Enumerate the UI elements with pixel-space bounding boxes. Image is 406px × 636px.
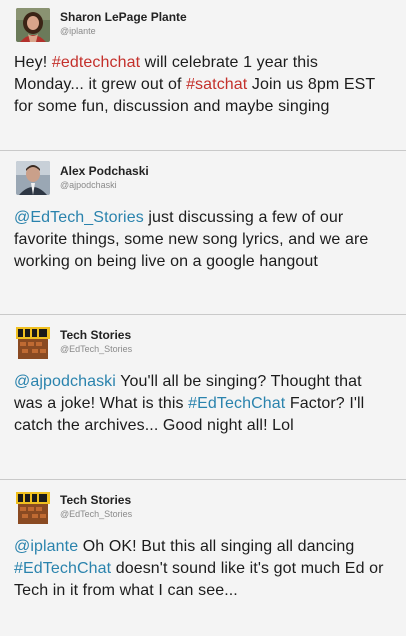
tweet-card[interactable]: Tech Stories @EdTech_Stories @iplante Oh… <box>0 480 406 636</box>
author-name[interactable]: Sharon LePage Plante <box>60 10 187 25</box>
mention-link[interactable]: @ajpodchaski <box>14 373 116 390</box>
tweet-text: @EdTech_Stories just discussing a few of… <box>10 207 396 273</box>
tweet-text: @ajpodchaski You'll all be singing? Thou… <box>10 371 396 437</box>
author-handle[interactable]: @EdTech_Stories <box>60 508 132 520</box>
hashtag-link[interactable]: #edtechchat <box>52 54 140 71</box>
hashtag-link[interactable]: #EdTechChat <box>14 560 111 577</box>
tweet-feed: Sharon LePage Plante @iplante Hey! #edte… <box>0 0 406 636</box>
author-name[interactable]: Alex Podchaski <box>60 164 149 179</box>
tweet-text-segment: Oh OK! But this all singing all dancing <box>78 538 355 555</box>
tweet-text: @iplante Oh OK! But this all singing all… <box>10 536 396 602</box>
tweet-text-segment: Hey! <box>14 54 52 71</box>
author-handle[interactable]: @ajpodchaski <box>60 179 149 191</box>
mention-link[interactable]: @iplante <box>14 538 78 555</box>
tweet-card[interactable]: Sharon LePage Plante @iplante Hey! #edte… <box>0 0 406 151</box>
author-name[interactable]: Tech Stories <box>60 328 132 343</box>
author-handle[interactable]: @EdTech_Stories <box>60 343 132 355</box>
avatar[interactable] <box>16 8 50 42</box>
author-handle[interactable]: @iplante <box>60 25 187 37</box>
tweet-text: Hey! #edtechchat will celebrate 1 year t… <box>10 52 396 118</box>
author-name[interactable]: Tech Stories <box>60 493 132 508</box>
hashtag-link[interactable]: #satchat <box>186 76 247 93</box>
avatar[interactable] <box>16 490 50 524</box>
tweet-card[interactable]: Alex Podchaski @ajpodchaski @EdTech_Stor… <box>0 151 406 315</box>
avatar[interactable] <box>16 161 50 195</box>
avatar[interactable] <box>16 325 50 359</box>
tweet-card[interactable]: Tech Stories @EdTech_Stories @ajpodchask… <box>0 315 406 480</box>
hashtag-link[interactable]: #EdTechChat <box>188 395 285 412</box>
mention-link[interactable]: @EdTech_Stories <box>14 209 144 226</box>
